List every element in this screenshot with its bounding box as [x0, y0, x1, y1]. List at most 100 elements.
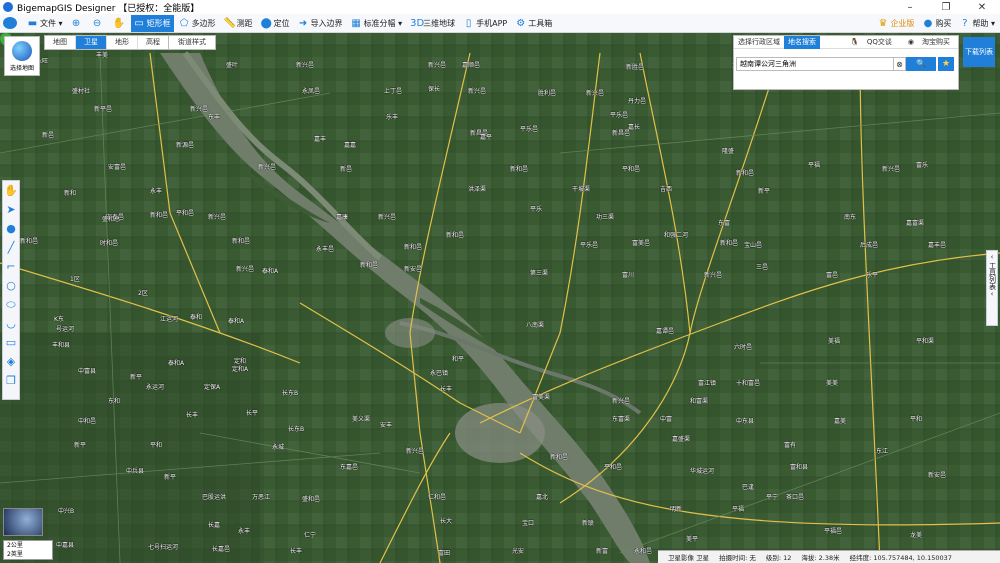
- place-label: 盛和邑: [302, 496, 321, 503]
- toolbar-button-zoom-out[interactable]: ⊖: [89, 15, 108, 32]
- place-label: 中富: [660, 416, 673, 423]
- tab-terrain[interactable]: 地形: [107, 36, 138, 49]
- toolbar-button-ruler[interactable]: 📏 测距: [221, 15, 256, 32]
- place-label: 平福邑: [824, 528, 843, 535]
- favorite-star-icon[interactable]: ★: [938, 57, 954, 71]
- circle-icon[interactable]: ○: [3, 276, 19, 295]
- place-label: 第三渠: [530, 270, 549, 277]
- place-label: 中兴B: [58, 508, 75, 515]
- place-label: 号运河: [56, 326, 75, 333]
- toolbar-button-polygon[interactable]: ⬠ 多边形: [176, 15, 219, 32]
- overview-minimap[interactable]: [3, 508, 43, 536]
- place-label: 新昌邑: [612, 130, 631, 137]
- place-label: 明新: [670, 506, 683, 513]
- taobao-button[interactable]: ◉ 淘宝购买: [900, 36, 958, 49]
- zoom-in-icon: ⊕: [71, 17, 81, 29]
- place-label: 时和邑: [100, 240, 119, 247]
- toolbar-button-phone[interactable]: ▯ 手机APP: [460, 15, 510, 32]
- place-label: 富有: [784, 442, 797, 449]
- place-label: 富邑: [826, 272, 839, 279]
- place-label: 东江: [876, 448, 889, 455]
- toolbar-label: 手机APP: [476, 18, 508, 28]
- toolbar-button-import[interactable]: ➜ 导入边界: [295, 15, 346, 32]
- place-label: 嘉盛渠: [672, 436, 691, 443]
- place-label: 新邑: [42, 132, 55, 139]
- tab-map[interactable]: 地图: [45, 36, 76, 49]
- place-label: 定和A: [232, 366, 249, 373]
- tab-elevation[interactable]: 高程: [138, 36, 169, 49]
- map-canvas[interactable]: 永旺丰美盛叶新兴邑新兴邑嘉顺邑新胜邑龙州盛村社永凤邑上丁邑保长新兴邑胜利邑新兴邑…: [0, 33, 1000, 563]
- place-label: 2区: [138, 290, 148, 297]
- street-style-button[interactable]: 街道样式: [168, 35, 216, 50]
- toolbar-label: 多边形: [191, 18, 216, 28]
- place-label: 新和邑: [360, 262, 379, 269]
- place-label: 三邑: [756, 264, 769, 271]
- toolbar-button-zoom-in[interactable]: ⊕: [68, 15, 87, 32]
- marker-icon[interactable]: ●: [3, 219, 19, 238]
- place-label: 八南渠: [526, 322, 545, 329]
- place-label: 新兴邑: [190, 106, 209, 113]
- line-icon[interactable]: ╱: [3, 238, 19, 257]
- ruler-icon: 📏: [223, 17, 237, 29]
- search-input[interactable]: [736, 57, 894, 71]
- select-map-button[interactable]: 选择地图: [4, 36, 40, 76]
- window-controls: – ❐ ✕: [892, 2, 1000, 13]
- place-label: 和富渠: [690, 398, 709, 405]
- toolbar-button-grid[interactable]: ▦ 标准分幅 ▾: [348, 15, 406, 32]
- place-label: 胜利邑: [538, 90, 557, 97]
- search-panel: 选择行政区域 地名搜索 🐧QQ交谈 ◉淘宝购买 ⊗ 🔍 ★: [733, 35, 959, 90]
- place-label: 富田: [438, 550, 451, 557]
- app-menu-button[interactable]: [0, 15, 22, 32]
- hand-icon: ✋: [112, 17, 126, 29]
- pointer-icon[interactable]: ➤: [3, 200, 19, 219]
- enterprise-button[interactable]: ♛ 企业版: [874, 15, 917, 32]
- toolbar-button-location[interactable]: ⬤ 定位: [258, 15, 293, 32]
- place-label: 平和: [150, 442, 163, 449]
- place-label: 新安邑: [404, 266, 423, 273]
- toolbar-label: 三维地球: [423, 18, 456, 28]
- place-label: 美平: [686, 536, 699, 543]
- minimize-icon[interactable]: –: [892, 2, 928, 13]
- map-imagery: [0, 33, 1000, 563]
- toolbar-button-rectangle[interactable]: ▭ 矩形框: [130, 14, 174, 32]
- place-label: 新和邑: [446, 232, 465, 239]
- toolbar-button-gear[interactable]: ⚙ 工具箱: [512, 15, 555, 32]
- qq-chat-button[interactable]: 🐧 QQ交谈: [842, 36, 900, 49]
- layers-icon[interactable]: ❐: [3, 371, 19, 390]
- help-button[interactable]: ? 帮助 ▾: [956, 15, 998, 32]
- clear-icon[interactable]: ⊗: [894, 57, 906, 71]
- rectangle-icon[interactable]: ▭: [3, 333, 19, 352]
- close-icon[interactable]: ✕: [964, 2, 1000, 13]
- download-list-button[interactable]: 下载列表: [963, 37, 995, 67]
- hand-icon[interactable]: ✋: [3, 181, 19, 200]
- maximize-icon[interactable]: ❐: [928, 2, 964, 13]
- place-label: 长大: [440, 518, 453, 525]
- place-label: 长丰: [186, 412, 199, 419]
- ellipse-icon[interactable]: ⬭: [3, 295, 19, 314]
- toolbar-button-folder[interactable]: ▬ 文件 ▾: [24, 15, 66, 32]
- place-label: 新源邑: [176, 142, 195, 149]
- place-label: 平和邑: [176, 210, 195, 217]
- tab-satellite[interactable]: 卫星: [76, 36, 107, 49]
- chevron-left-icon: ‹: [990, 290, 994, 298]
- tab-select-region[interactable]: 选择行政区域: [734, 36, 784, 49]
- toolbar-button-hand[interactable]: ✋: [110, 15, 129, 32]
- tab-place-search[interactable]: 地名搜索: [784, 35, 820, 49]
- place-label: 中富县: [78, 368, 97, 375]
- buy-button[interactable]: ● 购买: [919, 15, 954, 32]
- place-label: 永运河: [146, 384, 165, 391]
- toolbar-label: 测距: [236, 18, 253, 28]
- arc-icon[interactable]: ◡: [3, 314, 19, 333]
- place-label: 永和邑: [634, 548, 653, 555]
- polyline-icon[interactable]: ⌐: [3, 257, 19, 276]
- search-button[interactable]: 🔍: [906, 57, 936, 71]
- status-shot-time: 拍摄时间: 无: [719, 554, 756, 562]
- tag-icon[interactable]: ◈: [3, 352, 19, 371]
- select-map-label: 选择地图: [9, 65, 34, 72]
- toolbar-button-3d[interactable]: 3D 三维地球: [407, 15, 458, 32]
- tool-list-panel[interactable]: ‹ 工具列表 ‹: [986, 250, 998, 326]
- place-label: 华城运河: [690, 468, 715, 475]
- 3d-icon: 3D: [410, 17, 425, 29]
- place-label: 嘉美: [834, 418, 847, 425]
- place-label: 永丰: [150, 188, 163, 195]
